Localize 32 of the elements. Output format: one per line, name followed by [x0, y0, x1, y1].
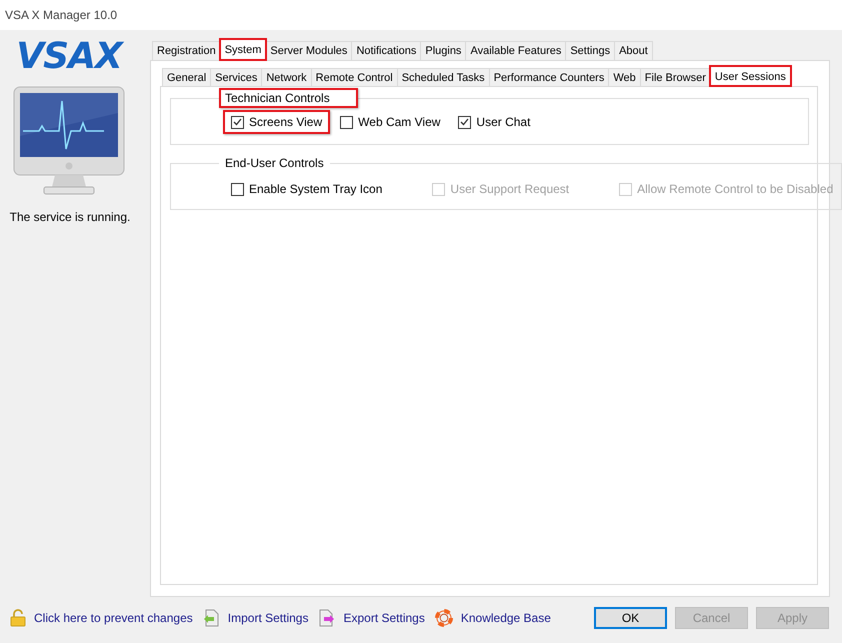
tab[interactable]: General [162, 68, 212, 86]
group-title: End-User Controls [224, 155, 325, 172]
checkmark-icon [233, 118, 242, 126]
checkbox[interactable]: Web Cam View [332, 110, 448, 134]
group-title: Technician Controls [219, 88, 358, 108]
tab[interactable]: About [614, 41, 653, 60]
tab[interactable]: System [220, 39, 266, 60]
checkmark-icon [460, 118, 470, 126]
window-title: VSA X Manager 10.0 [0, 0, 842, 30]
footer-link[interactable]: Import Settings [228, 611, 308, 625]
checkbox[interactable]: Screens View [223, 110, 330, 134]
tab[interactable]: Network [261, 68, 312, 86]
document-arrow-icon [318, 609, 336, 627]
logo: VSAX [16, 40, 122, 74]
dialog-button[interactable]: OK [594, 607, 667, 629]
tab[interactable]: Registration [152, 41, 221, 60]
status-text: The service is running. [10, 210, 130, 224]
lifebuoy-icon [434, 609, 453, 627]
footer-link[interactable]: Export Settings [343, 611, 425, 625]
tab[interactable]: File Browser [640, 68, 711, 86]
tab[interactable]: User Sessions [710, 66, 791, 86]
tab[interactable]: Web [608, 68, 641, 86]
checkbox[interactable]: Enable System Tray Icon [223, 177, 390, 201]
tab[interactable]: Performance Counters [488, 68, 610, 86]
footer-link[interactable]: Click here to prevent changes [34, 611, 193, 625]
tab[interactable]: Services [210, 68, 262, 86]
checkbox[interactable]: User Chat [450, 110, 538, 134]
tab[interactable]: Remote Control [310, 68, 398, 86]
padlock-icon [10, 609, 26, 627]
footer-link[interactable]: Knowledge Base [460, 611, 551, 625]
document-arrow-icon [202, 609, 220, 627]
tab[interactable]: Scheduled Tasks [396, 68, 490, 86]
